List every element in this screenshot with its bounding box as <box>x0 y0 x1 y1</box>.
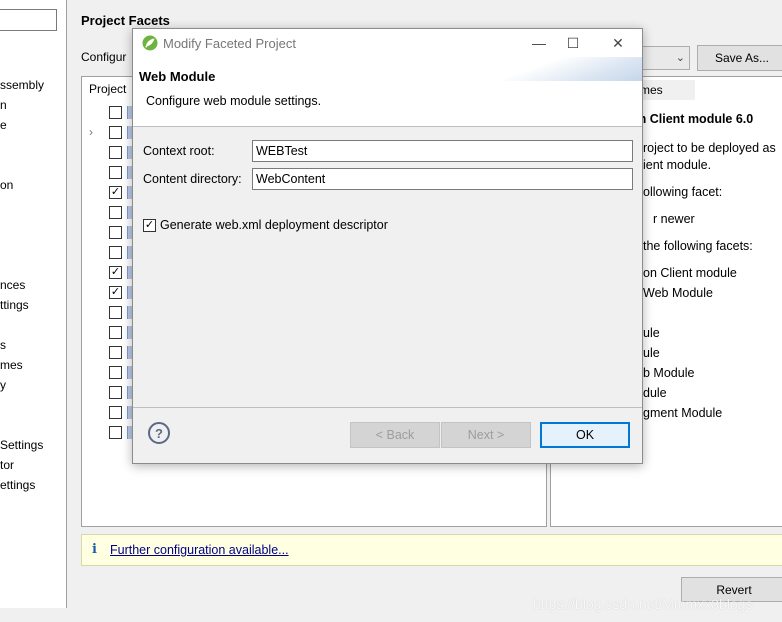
ok-button[interactable]: OK <box>540 422 630 448</box>
close-icon[interactable]: ✕ <box>603 32 633 54</box>
details-line: ollowing facet: <box>643 185 723 199</box>
configuration-label: Configur <box>81 50 127 64</box>
left-nav-item[interactable]: ettings <box>0 478 35 492</box>
details-tab-label: mes <box>640 83 663 97</box>
facet-checkbox[interactable] <box>109 126 122 139</box>
minimize-icon[interactable]: — <box>524 32 554 54</box>
left-nav-panel: ssembly n e on nces ttings s mes y Setti… <box>0 0 67 608</box>
facet-checkbox[interactable] <box>109 246 122 259</box>
save-as-button[interactable]: Save As... <box>697 45 782 71</box>
generate-descriptor-checkbox[interactable]: ✓ <box>143 219 156 232</box>
dialog-separator <box>133 407 642 408</box>
facet-checkbox[interactable] <box>109 146 122 159</box>
details-line: roject to be deployed as <box>643 141 776 155</box>
facet-checkbox[interactable] <box>109 426 122 439</box>
context-root-input[interactable] <box>252 140 633 162</box>
watermark-text: https://blog.csdn.net/Mmmxx3blogs <box>533 596 753 612</box>
facet-checkbox[interactable] <box>109 226 122 239</box>
facet-checkbox[interactable] <box>109 306 122 319</box>
content-directory-label: Content directory: <box>143 172 242 186</box>
facet-checkbox[interactable] <box>109 346 122 359</box>
details-line: ule <box>643 346 660 360</box>
left-nav-item[interactable]: nces <box>0 278 25 292</box>
details-line: gment Module <box>643 406 723 420</box>
left-nav-item[interactable]: s <box>0 338 6 352</box>
info-bar: i Further configuration available... <box>81 534 782 566</box>
left-nav-item[interactable]: y <box>0 378 6 392</box>
content-directory-input[interactable] <box>252 168 633 190</box>
details-line: b Module <box>643 366 695 380</box>
chevron-down-icon: ⌄ <box>675 52 685 64</box>
details-line: r newer <box>653 212 695 226</box>
facet-tree-header: Project <box>89 82 127 96</box>
back-button[interactable]: < Back <box>350 422 440 448</box>
modify-faceted-project-dialog: Modify Faceted Project — ☐ ✕ Web Module … <box>132 28 643 464</box>
dialog-title: Modify Faceted Project <box>163 36 296 51</box>
context-root-label: Context root: <box>143 144 215 158</box>
chevron-right-icon[interactable]: › <box>89 125 93 139</box>
left-nav-item[interactable]: mes <box>0 358 23 372</box>
configuration-combo[interactable]: ⌄ <box>640 46 690 70</box>
dialog-header-description: Configure web module settings. <box>146 94 322 108</box>
details-line: Web Module <box>643 286 713 300</box>
info-icon: i <box>92 542 97 557</box>
details-line: ule <box>643 326 660 340</box>
left-nav-item[interactable]: tor <box>0 458 14 472</box>
facet-checkbox[interactable]: ✓ <box>109 186 122 199</box>
details-line: on Client module <box>643 266 737 280</box>
facet-checkbox[interactable] <box>109 366 122 379</box>
details-line: ient module. <box>643 158 712 172</box>
left-filter-input[interactable] <box>0 9 57 31</box>
details-line: dule <box>643 386 667 400</box>
spring-logo-icon <box>142 35 158 51</box>
next-button[interactable]: Next > <box>441 422 531 448</box>
header-banner-graphic <box>482 57 642 81</box>
facet-checkbox[interactable] <box>109 206 122 219</box>
dialog-header-title: Web Module <box>139 69 216 84</box>
further-configuration-link[interactable]: Further configuration available... <box>110 543 289 557</box>
details-tab[interactable]: mes <box>635 80 695 100</box>
facet-checkbox[interactable] <box>109 106 122 119</box>
page-title: Project Facets <box>81 13 170 28</box>
details-line: the following facets: <box>643 239 753 253</box>
left-nav-item[interactable]: on <box>0 178 13 192</box>
facet-checkbox[interactable] <box>109 386 122 399</box>
facet-checkbox[interactable]: ✓ <box>109 266 122 279</box>
left-nav-item[interactable]: e <box>0 118 7 132</box>
left-nav-item[interactable]: n <box>0 98 7 112</box>
dialog-titlebar[interactable]: Modify Faceted Project — ☐ ✕ <box>133 29 642 57</box>
facet-checkbox[interactable]: ✓ <box>109 286 122 299</box>
facet-checkbox[interactable] <box>109 166 122 179</box>
maximize-icon[interactable]: ☐ <box>558 32 588 54</box>
help-icon[interactable]: ? <box>148 422 170 444</box>
facet-checkbox[interactable] <box>109 326 122 339</box>
dialog-header: Web Module Configure web module settings… <box>133 57 642 127</box>
left-nav-item[interactable]: Settings <box>0 438 43 452</box>
generate-descriptor-label[interactable]: Generate web.xml deployment descriptor <box>160 218 388 232</box>
details-title: on Client module 6.0 <box>631 112 754 126</box>
left-nav-item[interactable]: ssembly <box>0 78 44 92</box>
left-nav-item[interactable]: ttings <box>0 298 29 312</box>
facet-checkbox[interactable] <box>109 406 122 419</box>
